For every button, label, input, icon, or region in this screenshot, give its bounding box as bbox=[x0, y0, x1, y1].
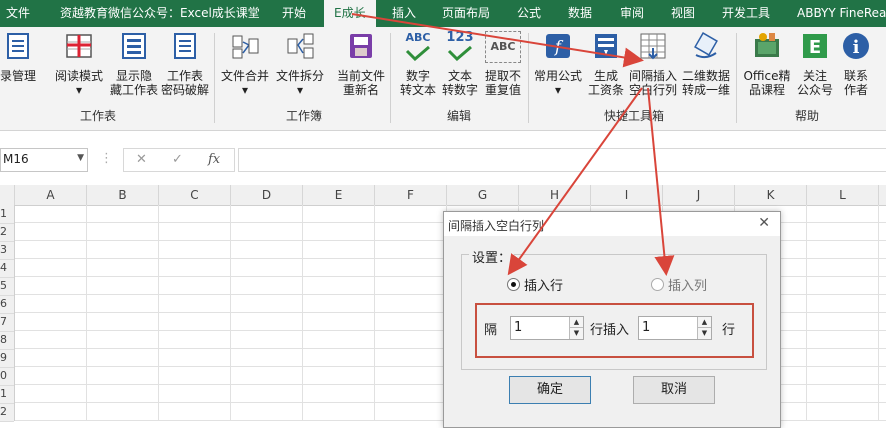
2d-to-1d-icon bbox=[694, 32, 718, 59]
office-course-icon bbox=[755, 33, 779, 57]
column-headers: A B C D E F G H I J K L bbox=[0, 185, 886, 206]
directory-icon bbox=[7, 33, 29, 59]
name-box[interactable]: M16 ▼ bbox=[0, 148, 88, 172]
row-header[interactable]: 2 bbox=[0, 223, 14, 242]
insert-count-stepper[interactable]: 1 ▲ ▼ bbox=[638, 316, 712, 340]
column-header-b[interactable]: B bbox=[87, 185, 159, 205]
formula-buttons: ✕ ✓ fx bbox=[123, 148, 235, 172]
ribbon-tab-bar: 文件 资越教育微信公众号：Excel成长课堂 开始 E成长 插入 页面布局 公式… bbox=[0, 0, 886, 27]
follow-account-icon: E bbox=[803, 34, 827, 58]
insert-blank-rows-icon bbox=[640, 33, 666, 60]
column-header-h[interactable]: H bbox=[519, 185, 591, 205]
tab-formulas[interactable]: 公式 bbox=[517, 0, 541, 27]
column-header-l[interactable]: L bbox=[807, 185, 879, 205]
row-header[interactable]: 5 bbox=[0, 277, 14, 296]
column-header-k[interactable]: K bbox=[735, 185, 807, 205]
dialog-title: 间隔插入空白行列 bbox=[448, 219, 545, 233]
payslip-icon bbox=[595, 34, 617, 58]
svg-text:i: i bbox=[853, 37, 860, 58]
tab-data[interactable]: 数据 bbox=[568, 0, 592, 27]
column-header-f[interactable]: F bbox=[375, 185, 447, 205]
row-header[interactable]: 8 bbox=[0, 331, 14, 350]
group-separator bbox=[390, 33, 391, 123]
cancel-icon[interactable]: ✕ bbox=[136, 152, 147, 167]
tab-page-layout[interactable]: 页面布局 bbox=[442, 0, 490, 27]
row-header[interactable]: 7 bbox=[0, 313, 14, 332]
group-separator bbox=[214, 33, 215, 123]
tab-e-growth[interactable]: E成长 bbox=[324, 0, 376, 27]
123-text-to-number-icon: 123 bbox=[443, 31, 477, 62]
ribbon: 录管理 阅读模式 ▾ 显示隐 藏工作表 工作表 密码破解 工作表 文件合并 ▾ 文件拆分… bbox=[0, 27, 886, 131]
row-header[interactable]: 6 bbox=[0, 295, 14, 314]
row-header[interactable]: 3 bbox=[0, 241, 14, 260]
row-header[interactable]: 1 bbox=[0, 385, 14, 404]
drag-handle[interactable]: ⋮ bbox=[100, 151, 113, 166]
sheet-password-icon bbox=[174, 33, 196, 59]
column-header-c[interactable]: C bbox=[159, 185, 231, 205]
row-header[interactable]: 4 bbox=[0, 259, 14, 278]
row-header[interactable]: 2 bbox=[0, 403, 14, 422]
formula-input[interactable] bbox=[238, 148, 886, 172]
formula-icon: f bbox=[546, 34, 570, 58]
extract-unique-icon: ABC bbox=[485, 31, 521, 63]
ok-button[interactable]: 确定 bbox=[509, 376, 591, 404]
column-header-j[interactable]: J bbox=[663, 185, 735, 205]
dialog-title-bar[interactable]: 间隔插入空白行列 ✕ bbox=[444, 212, 780, 236]
enter-icon[interactable]: ✓ bbox=[172, 152, 183, 167]
stepper-down-icon[interactable]: ▼ bbox=[698, 328, 711, 339]
stepper-up-icon[interactable]: ▲ bbox=[570, 317, 583, 328]
file-split-icon bbox=[287, 33, 314, 59]
group-label-workbook: 工作簿 bbox=[286, 109, 323, 123]
row-headers: 1 2 3 4 5 6 7 8 9 0 1 2 bbox=[0, 205, 15, 422]
tab-view[interactable]: 视图 bbox=[671, 0, 695, 27]
select-all-corner[interactable] bbox=[0, 185, 15, 205]
radio-selected-icon bbox=[507, 278, 520, 291]
group-label-edit: 编辑 bbox=[447, 109, 472, 123]
group-label-sheet: 工作表 bbox=[80, 109, 117, 123]
column-header-i[interactable]: I bbox=[591, 185, 663, 205]
insert-rows-radio[interactable]: 插入行 bbox=[507, 275, 563, 294]
column-header-a[interactable]: A bbox=[15, 185, 87, 205]
tab-wechat-account[interactable]: 资越教育微信公众号：Excel成长课堂 bbox=[60, 0, 260, 27]
formula-bar: M16 ▼ ⋮ ✕ ✓ fx bbox=[0, 131, 886, 177]
fx-insert-function-icon[interactable]: fx bbox=[208, 152, 220, 167]
column-header-d[interactable]: D bbox=[231, 185, 303, 205]
rename-file-icon bbox=[350, 34, 372, 58]
row-header[interactable]: 9 bbox=[0, 349, 14, 368]
group-separator bbox=[736, 33, 737, 123]
tab-abbyy[interactable]: ABBYY FineRea bbox=[797, 0, 886, 27]
every-label: 隔 bbox=[484, 323, 498, 338]
insert-columns-radio[interactable]: 插入列 bbox=[651, 275, 707, 294]
tab-file[interactable]: 文件 bbox=[6, 0, 30, 27]
tab-review[interactable]: 审阅 bbox=[620, 0, 644, 27]
show-hide-sheet-icon bbox=[122, 33, 146, 59]
column-header-g[interactable]: G bbox=[447, 185, 519, 205]
cancel-button[interactable]: 取消 bbox=[633, 376, 715, 404]
stepper-up-icon[interactable]: ▲ bbox=[698, 317, 711, 328]
insert-blank-rows-dialog: 间隔插入空白行列 ✕ 设置： 插入行 插入列 隔 1 ▲ ▼ 行插入 1 ▲ ▼ 行… bbox=[443, 211, 781, 428]
svg-text:E: E bbox=[809, 37, 821, 58]
reading-mode-icon bbox=[66, 34, 92, 58]
rows-insert-label: 行插入 bbox=[590, 323, 630, 338]
settings-legend: 设置： bbox=[469, 247, 515, 266]
tab-developer[interactable]: 开发工具 bbox=[722, 0, 770, 27]
info-icon: i bbox=[843, 33, 869, 59]
group-separator bbox=[528, 33, 529, 123]
row-unit-label: 行 bbox=[722, 323, 736, 338]
column-header-e[interactable]: E bbox=[303, 185, 375, 205]
row-header[interactable]: 0 bbox=[0, 367, 14, 386]
tab-home[interactable]: 开始 bbox=[282, 0, 306, 27]
abc-number-to-text-icon: ABC bbox=[401, 31, 435, 62]
chevron-down-icon[interactable]: ▼ bbox=[77, 153, 84, 163]
group-label-help: 帮助 bbox=[795, 109, 820, 123]
row-header[interactable]: 1 bbox=[0, 205, 14, 224]
stepper-down-icon[interactable]: ▼ bbox=[570, 328, 583, 339]
interval-stepper[interactable]: 1 ▲ ▼ bbox=[510, 316, 584, 340]
tab-insert[interactable]: 插入 bbox=[392, 0, 416, 27]
close-icon[interactable]: ✕ bbox=[758, 215, 770, 231]
radio-empty-icon bbox=[651, 278, 664, 291]
file-merge-icon bbox=[232, 35, 259, 59]
group-label-toolbox: 快捷工具箱 bbox=[604, 109, 665, 123]
